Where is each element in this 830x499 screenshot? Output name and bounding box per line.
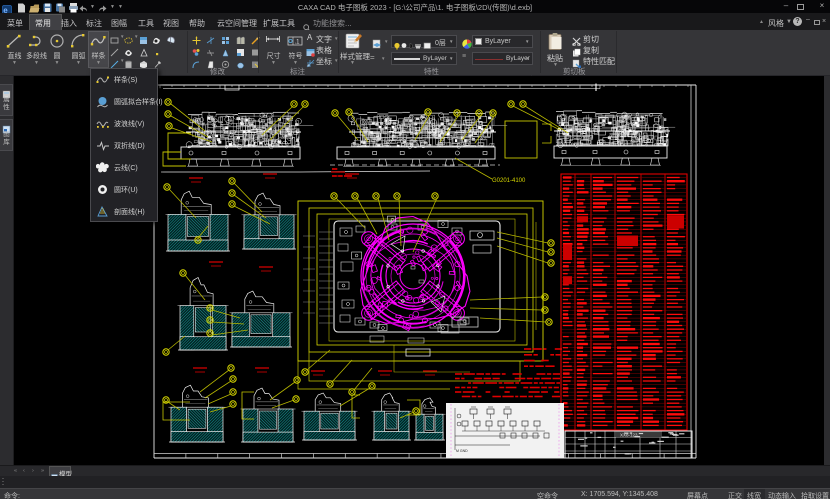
svg-text:.1: .1 [295, 40, 301, 46]
svg-text:G0201-4100: G0201-4100 [492, 178, 526, 184]
svg-text:M GND: M GND [456, 449, 468, 453]
